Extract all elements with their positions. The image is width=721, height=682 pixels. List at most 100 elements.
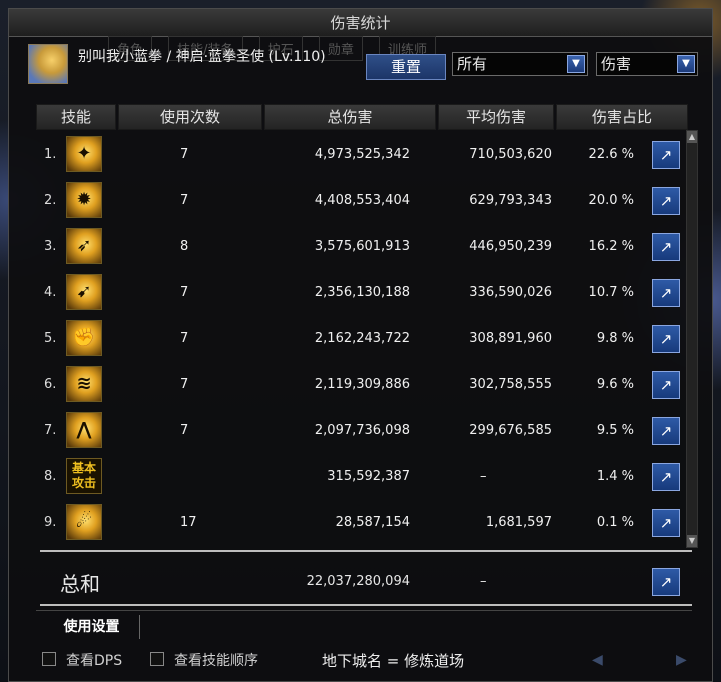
- skill-icon: ⋀: [66, 412, 102, 448]
- skill-icon: ➶: [66, 228, 102, 264]
- skill-icon: ≋: [66, 366, 102, 402]
- table-row[interactable]: 5. ✊ 7 2,162,243,722 308,891,960 9.8 % ↗: [36, 316, 686, 362]
- row-rank: 5.: [44, 331, 57, 346]
- filter-select[interactable]: 所有 ▼: [452, 52, 588, 76]
- share-icon[interactable]: ↗: [652, 568, 680, 596]
- skill-icon: ✹: [66, 182, 102, 218]
- row-uses: 7: [180, 423, 189, 438]
- table-row[interactable]: 1. ✦ 7 4,973,525,342 710,503,620 22.6 % …: [36, 132, 686, 178]
- settings-bar: 使用设置: [36, 610, 692, 639]
- row-total: 3,575,601,913: [314, 239, 410, 254]
- row-pct: 9.5 %: [596, 423, 634, 438]
- header-total[interactable]: 总伤害: [264, 104, 436, 130]
- row-pct: 20.0 %: [588, 193, 634, 208]
- skill-icon: ➹: [66, 274, 102, 310]
- table-row[interactable]: 6. ≋ 7 2,119,309,886 302,758,555 9.6 % ↗: [36, 362, 686, 408]
- share-icon[interactable]: ↗: [652, 371, 680, 399]
- table-header: 技能 使用次数 总伤害 平均伤害 伤害占比: [36, 104, 688, 130]
- show-skill-order-checkbox[interactable]: [150, 652, 164, 666]
- basic-attack-icon: 基本攻击: [66, 458, 102, 494]
- row-rank: 7.: [44, 423, 57, 438]
- row-total: 2,097,736,098: [314, 423, 410, 438]
- character-name: 别叫我小蓝拳 / 神启·蓝拳圣使 (Lv.110): [78, 49, 326, 65]
- totals-avg: –: [480, 574, 487, 589]
- row-total: 2,356,130,188: [314, 285, 410, 300]
- row-pct: 1.4 %: [596, 469, 634, 484]
- row-rank: 8.: [44, 469, 57, 484]
- row-total: 28,587,154: [335, 515, 410, 530]
- row-rank: 3.: [44, 239, 57, 254]
- reset-button[interactable]: 重置: [366, 54, 446, 80]
- table-row[interactable]: 9. ☄ 17 28,587,154 1,681,597 0.1 % ↗: [36, 500, 686, 546]
- table-row[interactable]: 3. ➶ 8 3,575,601,913 446,950,239 16.2 % …: [36, 224, 686, 270]
- row-uses: 7: [180, 377, 189, 392]
- row-rank: 1.: [44, 147, 57, 162]
- chevron-down-icon[interactable]: ▼: [567, 55, 585, 73]
- share-icon[interactable]: ↗: [652, 325, 680, 353]
- table-row[interactable]: 8. 基本攻击 315,592,387 – 1.4 % ↗: [36, 454, 686, 500]
- header-skill[interactable]: 技能: [36, 104, 116, 130]
- filter-select-value: 所有: [457, 55, 488, 73]
- footer: 查看DPS 查看技能顺序 地下城名 = 修炼道场 ◀ ▶: [36, 646, 706, 676]
- row-total: 2,119,309,886: [314, 377, 410, 392]
- divider: [40, 604, 692, 606]
- row-avg: 1,681,597: [485, 515, 552, 530]
- row-avg: 302,758,555: [469, 377, 552, 392]
- row-avg: 299,676,585: [469, 423, 552, 438]
- dungeon-name: 地下城名 = 修炼道场: [322, 652, 465, 670]
- scroll-up-icon[interactable]: ▲: [687, 131, 697, 143]
- row-avg: 336,590,026: [469, 285, 552, 300]
- window-title: 伤害统计: [9, 9, 712, 37]
- row-pct: 10.7 %: [588, 285, 634, 300]
- row-pct: 0.1 %: [596, 515, 634, 530]
- row-pct: 16.2 %: [588, 239, 634, 254]
- row-total: 2,162,243,722: [314, 331, 410, 346]
- row-uses: 17: [180, 515, 197, 530]
- row-total: 4,408,553,404: [314, 193, 410, 208]
- header-pct[interactable]: 伤害占比: [556, 104, 688, 130]
- row-uses: 7: [180, 193, 189, 208]
- totals-row: 总和 22,037,280,094 – ↗: [36, 560, 686, 604]
- skill-icon: ☄: [66, 504, 102, 540]
- row-total: 315,592,387: [327, 469, 410, 484]
- share-icon[interactable]: ↗: [652, 463, 680, 491]
- share-icon[interactable]: ↗: [652, 187, 680, 215]
- chevron-down-icon[interactable]: ▼: [677, 55, 695, 73]
- row-uses: 8: [180, 239, 189, 254]
- row-uses: 7: [180, 147, 189, 162]
- row-avg: 446,950,239: [469, 239, 552, 254]
- share-icon[interactable]: ↗: [652, 509, 680, 537]
- row-uses: 7: [180, 285, 189, 300]
- totals-label: 总和: [60, 572, 100, 596]
- share-icon[interactable]: ↗: [652, 233, 680, 261]
- tab-settings[interactable]: 使用设置: [44, 615, 140, 639]
- header-uses[interactable]: 使用次数: [118, 104, 262, 130]
- table-scrollbar[interactable]: ▲ ▼: [686, 130, 698, 548]
- share-icon[interactable]: ↗: [652, 279, 680, 307]
- share-icon[interactable]: ↗: [652, 141, 680, 169]
- row-rank: 2.: [44, 193, 57, 208]
- row-avg: 710,503,620: [469, 147, 552, 162]
- row-avg: 629,793,343: [469, 193, 552, 208]
- metric-select[interactable]: 伤害 ▼: [596, 52, 698, 76]
- skill-icon: ✊: [66, 320, 102, 356]
- show-skill-order-label: 查看技能顺序: [174, 653, 258, 669]
- row-avg: –: [480, 469, 487, 484]
- table-row[interactable]: 4. ➹ 7 2,356,130,188 336,590,026 10.7 % …: [36, 270, 686, 316]
- show-dps-label: 查看DPS: [66, 653, 123, 669]
- header-avg[interactable]: 平均伤害: [438, 104, 554, 130]
- show-dps-checkbox[interactable]: [42, 652, 56, 666]
- table-row[interactable]: 2. ✹ 7 4,408,553,404 629,793,343 20.0 % …: [36, 178, 686, 224]
- row-pct: 22.6 %: [588, 147, 634, 162]
- totals-total: 22,037,280,094: [306, 574, 410, 589]
- prev-page-icon[interactable]: ◀: [592, 652, 603, 668]
- next-page-icon[interactable]: ▶: [676, 652, 687, 668]
- metric-select-value: 伤害: [601, 55, 632, 73]
- character-avatar: [28, 44, 68, 84]
- row-uses: 7: [180, 331, 189, 346]
- row-pct: 9.6 %: [596, 377, 634, 392]
- character-header: 别叫我小蓝拳 / 神启·蓝拳圣使 (Lv.110) 重置 所有 ▼ 伤害 ▼: [28, 42, 698, 90]
- table-row[interactable]: 7. ⋀ 7 2,097,736,098 299,676,585 9.5 % ↗: [36, 408, 686, 454]
- scroll-down-icon[interactable]: ▼: [687, 535, 697, 547]
- share-icon[interactable]: ↗: [652, 417, 680, 445]
